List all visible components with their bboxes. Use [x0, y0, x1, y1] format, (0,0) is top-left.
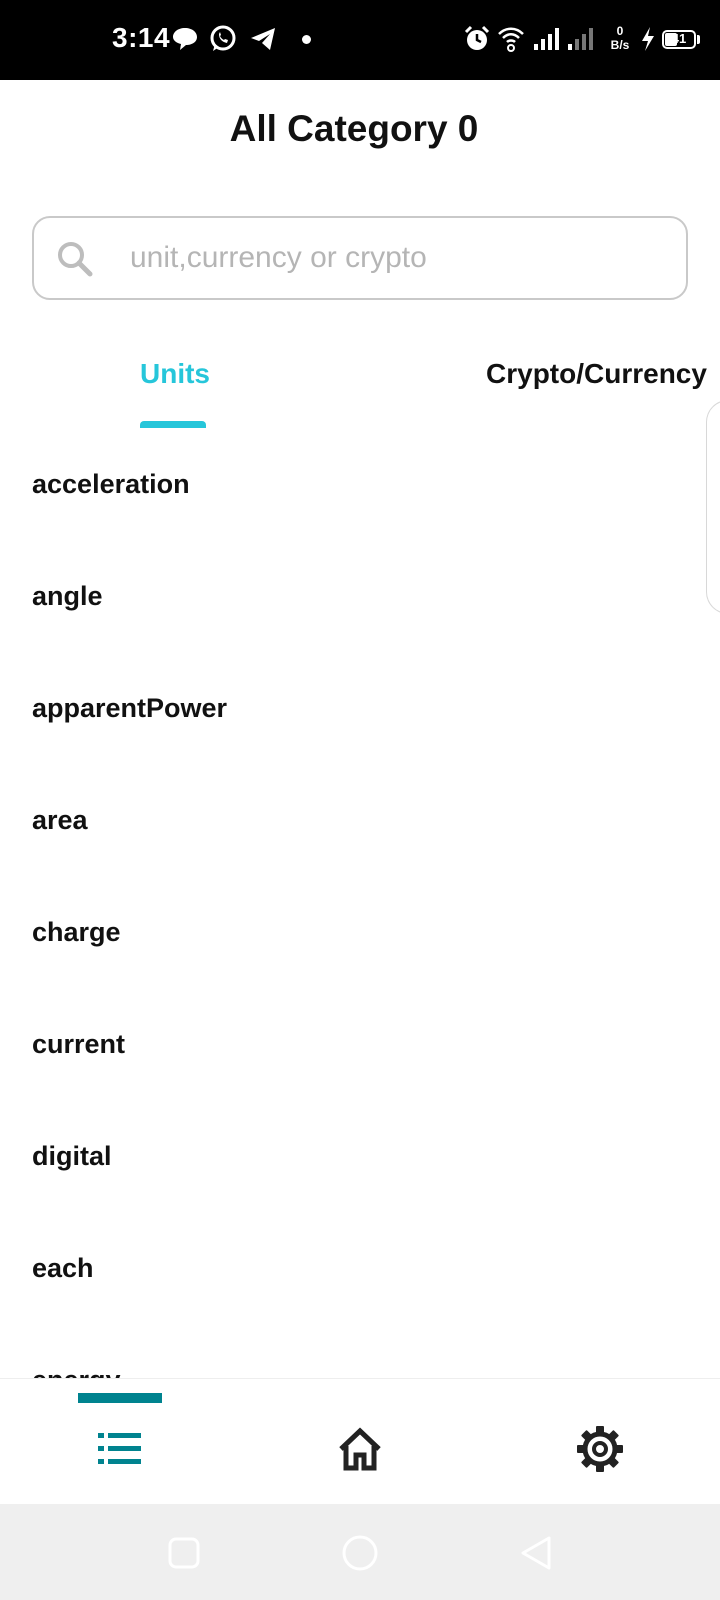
list-item[interactable]: acceleration	[32, 454, 688, 514]
status-time: 3:14	[112, 22, 171, 53]
search-box[interactable]	[32, 216, 688, 300]
system-home-button[interactable]	[337, 1530, 383, 1576]
chat-bubble-icon	[173, 28, 197, 50]
back-triangle-icon	[521, 1536, 551, 1570]
bottom-nav	[0, 1378, 720, 1504]
charging-icon	[642, 27, 654, 51]
list-item[interactable]: area	[32, 790, 688, 850]
wifi-icon	[498, 27, 524, 52]
search-input[interactable]	[130, 236, 660, 280]
signal-weak-icon	[568, 28, 593, 50]
nav-home-button[interactable]	[320, 1409, 400, 1489]
tab-units[interactable]: Units	[140, 358, 210, 390]
nav-list-button[interactable]	[80, 1409, 160, 1489]
battery-level: 41	[671, 31, 687, 46]
signal-icon	[534, 28, 559, 50]
status-bar: 3:14 0 B/s 41	[0, 0, 720, 80]
list-item[interactable]: apparentPower	[32, 678, 688, 738]
alarm-icon	[464, 25, 490, 50]
list-item[interactable]: angle	[32, 566, 688, 626]
gear-icon	[577, 1426, 623, 1472]
net-speed: 0 B/s	[607, 24, 633, 52]
net-speed-value: 0	[616, 24, 624, 38]
list-item[interactable]: charge	[32, 902, 688, 962]
notification-dot-icon	[302, 35, 311, 44]
category-list: acceleration angle apparentPower area ch…	[0, 440, 720, 1378]
nav-active-indicator	[78, 1393, 162, 1403]
list-item[interactable]: energy	[32, 1350, 688, 1378]
recents-button[interactable]	[161, 1530, 207, 1576]
list-item[interactable]: digital	[32, 1126, 688, 1186]
recents-square-icon	[168, 1537, 200, 1569]
battery-cap	[697, 35, 700, 44]
whatsapp-icon	[210, 25, 236, 51]
list-item[interactable]: current	[32, 1014, 688, 1074]
net-speed-unit: B/s	[610, 38, 630, 52]
telegram-icon	[251, 28, 275, 50]
home-circle-icon	[342, 1535, 378, 1571]
system-nav-bar	[0, 1504, 720, 1600]
nav-settings-button[interactable]	[560, 1409, 640, 1489]
tab-crypto-currency[interactable]: Crypto/Currency	[486, 358, 707, 390]
back-button[interactable]	[513, 1530, 559, 1576]
search-icon	[58, 242, 93, 277]
list-item[interactable]: each	[32, 1238, 688, 1298]
battery-icon: 41	[662, 30, 696, 49]
active-tab-indicator	[140, 421, 206, 428]
home-icon	[339, 1427, 381, 1471]
list-icon	[98, 1433, 141, 1464]
page-title: All Category 0	[229, 108, 479, 149]
